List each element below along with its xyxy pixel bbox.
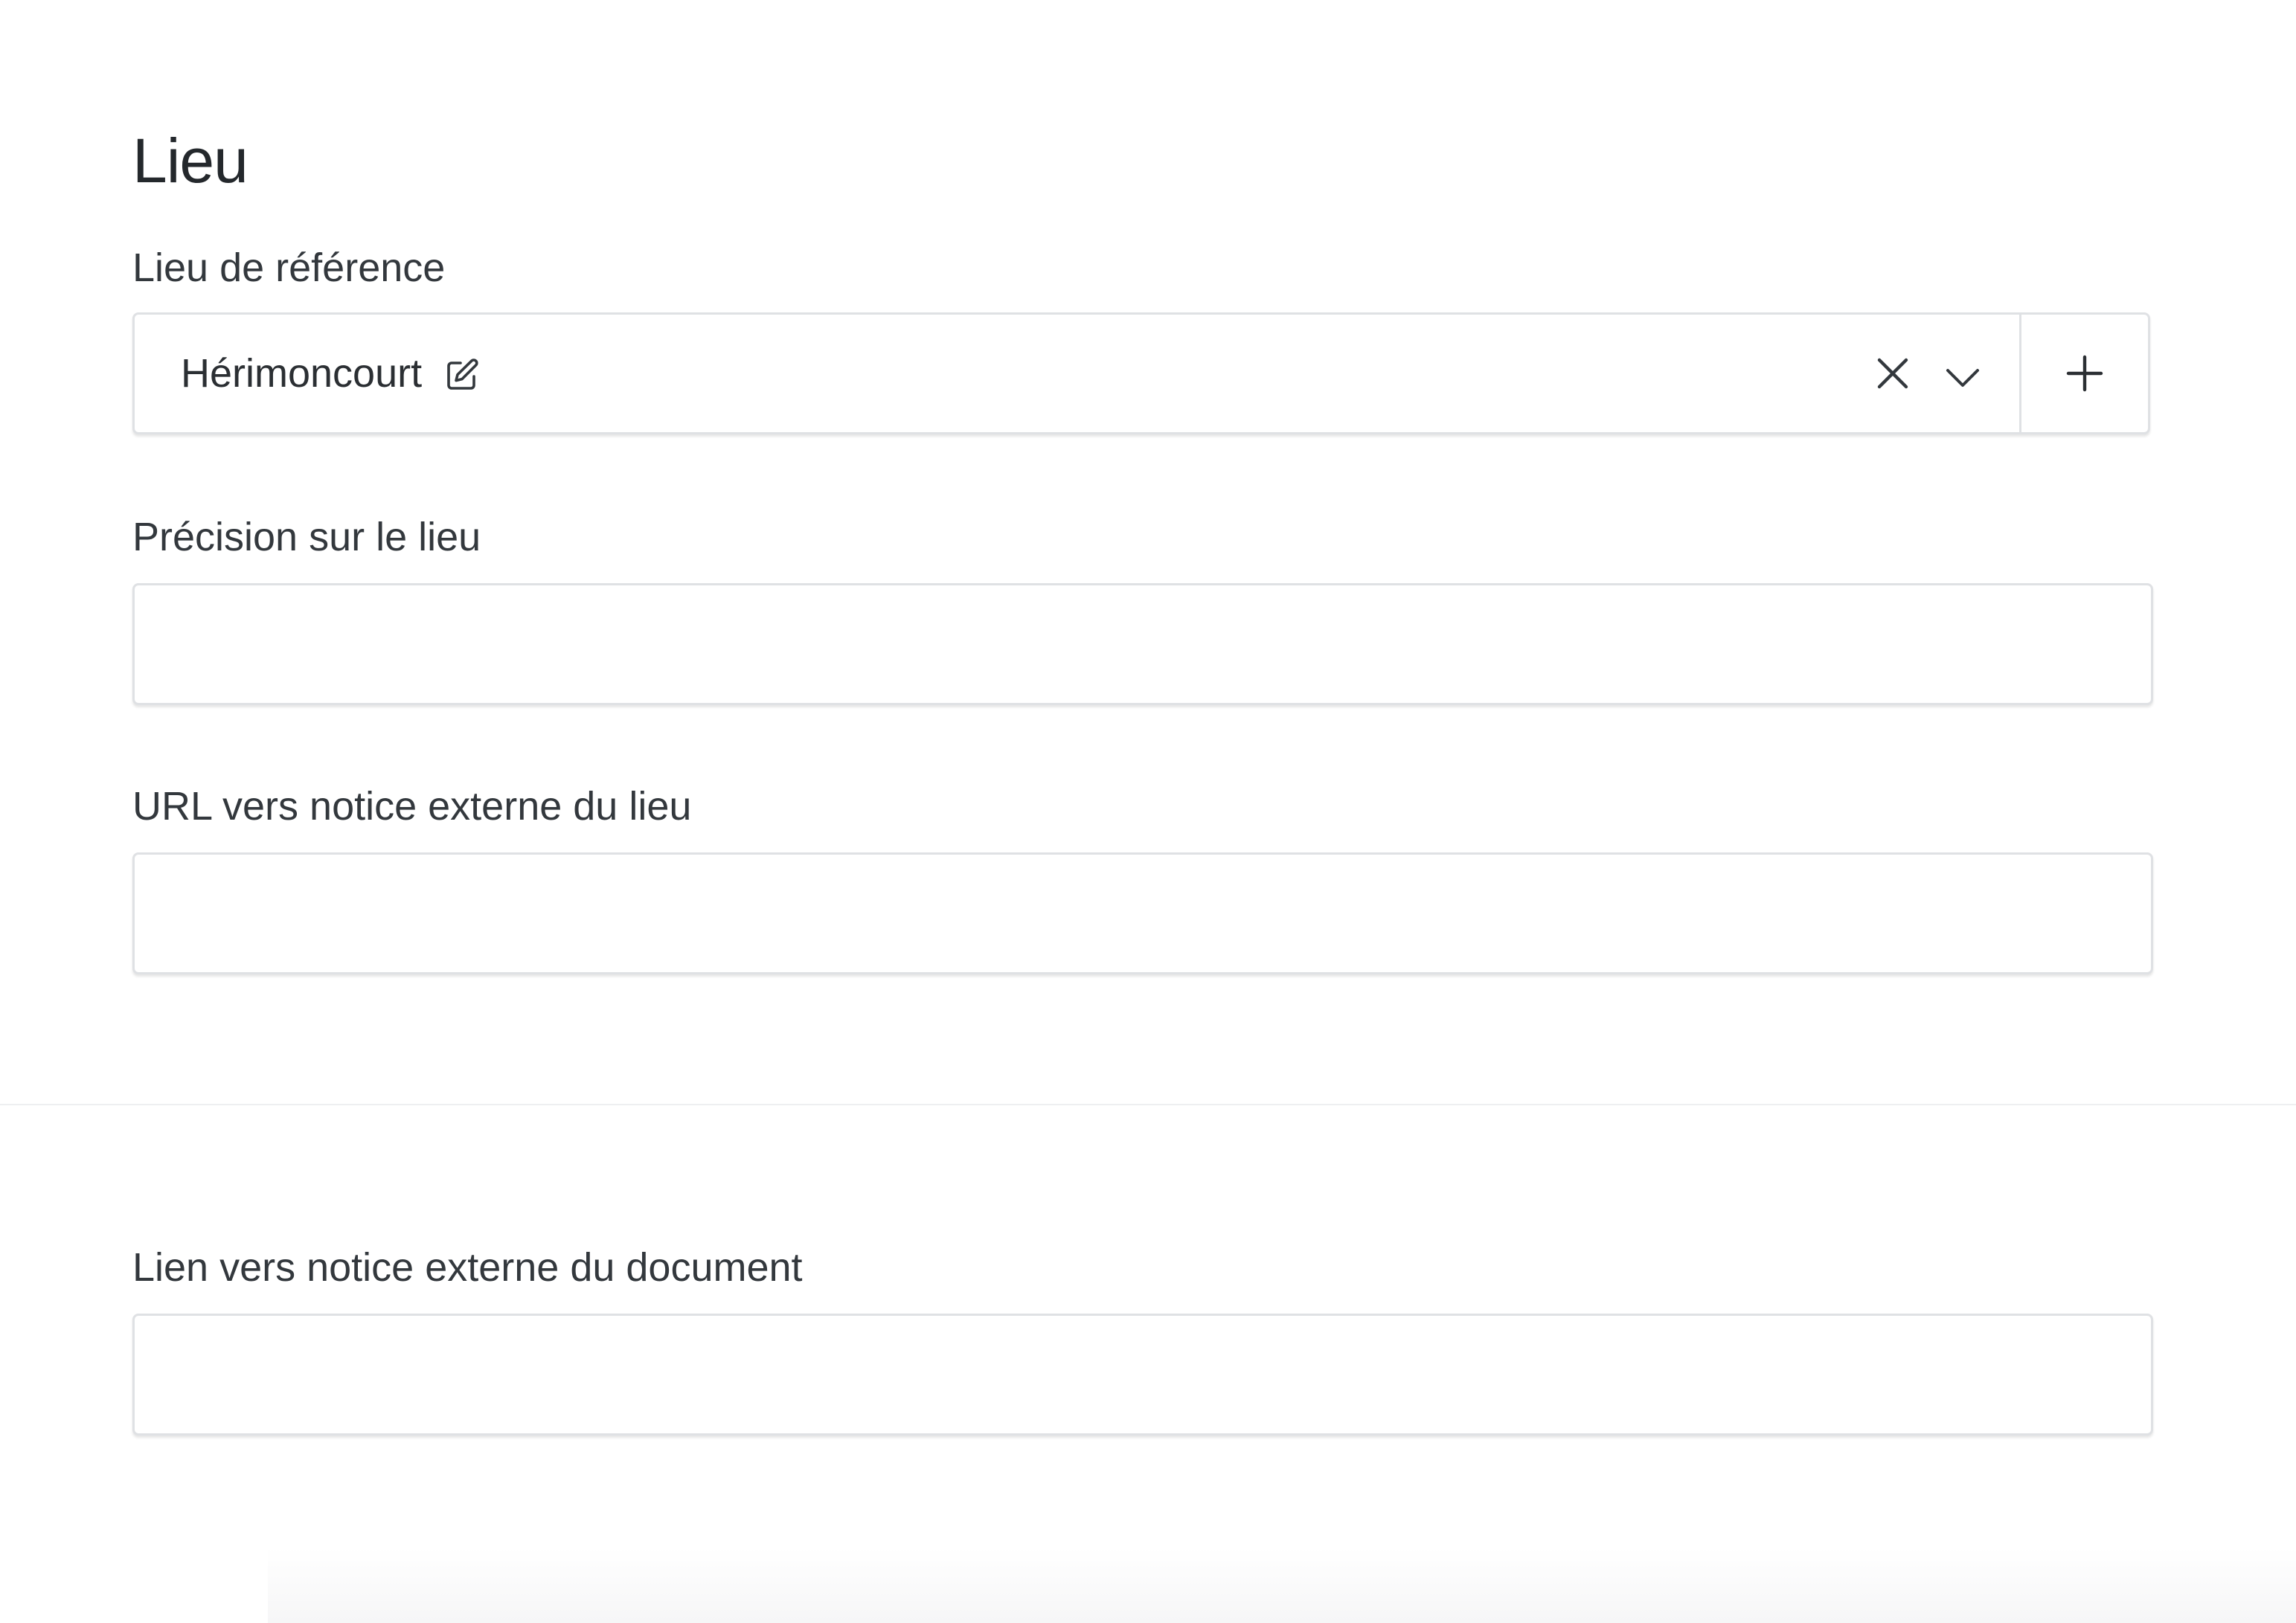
plus-icon <box>2065 354 2104 393</box>
reference-place-label: Lieu de référence <box>132 245 446 290</box>
document-external-link-input[interactable] <box>132 1314 2153 1436</box>
bottom-fade <box>268 1547 2296 1623</box>
place-external-url-label: URL vers notice externe du lieu <box>132 784 692 829</box>
document-external-link-label: Lien vers notice externe du document <box>132 1245 803 1290</box>
add-place-button[interactable] <box>2019 315 2148 432</box>
chevron-down-icon[interactable] <box>1945 367 1981 388</box>
close-icon[interactable] <box>1876 357 1909 390</box>
edit-icon[interactable] <box>444 357 480 393</box>
reference-place-select-group: Hérimoncourt <box>132 312 2150 434</box>
section-title-place: Lieu <box>132 126 248 196</box>
place-precision-input[interactable] <box>132 583 2153 705</box>
place-precision-label: Précision sur le lieu <box>132 515 481 559</box>
reference-place-select[interactable]: Hérimoncourt <box>135 315 2019 432</box>
document-section: Lien vers notice externe du document <box>0 1105 2296 1623</box>
place-section: Lieu Lieu de référence Hérimoncourt Préc… <box>0 0 2296 1104</box>
reference-place-selected-value: Hérimoncourt <box>181 351 423 396</box>
page: Lieu Lieu de référence Hérimoncourt Préc… <box>0 0 2296 1623</box>
place-external-url-input[interactable] <box>132 852 2153 974</box>
